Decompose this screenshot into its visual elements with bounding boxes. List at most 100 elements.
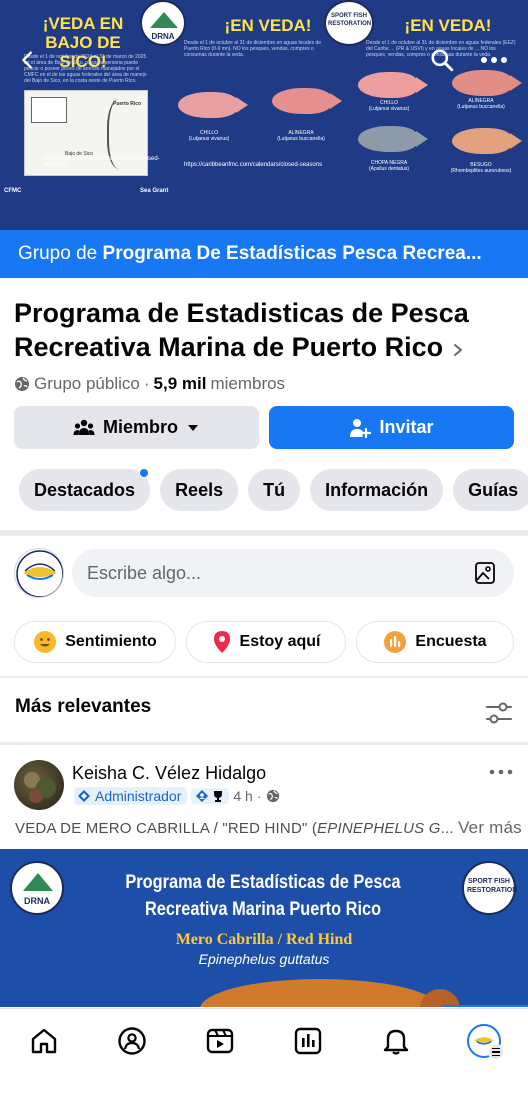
cover-panel3-title: ¡EN VEDA!	[404, 16, 492, 35]
group-banner-name: Programa De Estadísticas Pesca Recrea...	[102, 243, 482, 264]
post-image[interactable]: DRNA Programa de Estadísticas de Pesca R…	[0, 849, 528, 1007]
nav-video[interactable]	[198, 1023, 242, 1059]
group-privacy: Grupo público	[34, 374, 140, 393]
post-meta-dot: ·	[256, 788, 262, 804]
tab-guias-label: Guías	[468, 479, 519, 500]
search-icon	[431, 49, 454, 72]
fish-alinegra-label: ALINEGRA (Lutjanus buccanella)	[277, 130, 325, 142]
cover-url-2: https://caribbeanfmc.com/calendars/close…	[184, 162, 323, 168]
checkin-button[interactable]: Estoy aquí	[186, 621, 346, 663]
nav-home[interactable]	[22, 1023, 66, 1059]
section-divider-3	[0, 742, 528, 745]
poll-label: Encuesta	[415, 633, 487, 650]
carousel-indicator	[442, 1005, 528, 1007]
back-button[interactable]	[10, 42, 46, 78]
post-more-options-icon[interactable]	[488, 762, 514, 782]
tab-destacados[interactable]: Destacados	[19, 468, 151, 511]
more-options-button[interactable]	[476, 42, 512, 78]
poll-icon	[384, 631, 407, 653]
meta-separator: ·	[143, 374, 150, 393]
cover-panel-veda-local: ¡EN VEDA! Desde el 1 de octubre al 31 de…	[168, 0, 342, 200]
fish-chillo3-label: CHILLO (Lutjanus vivanus)	[368, 100, 410, 112]
tab-guias[interactable]: Guías	[453, 469, 528, 511]
group-title-text: Programa de Estadisticas de Pesca Recrea…	[14, 298, 469, 362]
groups-icon	[118, 1027, 146, 1055]
poll-button[interactable]: Encuesta	[356, 621, 514, 663]
group-title[interactable]: Programa de Estadisticas de Pesca Recrea…	[14, 296, 514, 366]
fish-chopa-image	[358, 126, 428, 152]
members-icon	[73, 419, 95, 435]
feeling-label: Sentimiento	[65, 633, 157, 650]
tab-tu-label: Tú	[263, 479, 286, 500]
post-author-avatar[interactable]	[14, 760, 64, 810]
home-icon	[31, 1028, 57, 1054]
post-meta: Administrador 4 h ·	[74, 787, 280, 805]
hamburger-menu-icon	[488, 1044, 504, 1060]
nav-notifications[interactable]	[374, 1023, 418, 1059]
photo-icon[interactable]	[474, 561, 496, 585]
cover-panel2-title: ¡EN VEDA!	[224, 16, 312, 35]
post-time[interactable]: 4 h	[233, 788, 252, 804]
cover-panel2-text: Desde el 1 de octubre al 31 de diciembre…	[184, 40, 322, 58]
shield-diamond-icon	[78, 790, 90, 802]
smiley-icon	[34, 631, 57, 653]
member-count: 5,9 mil	[153, 374, 207, 393]
fish-chopa-label: CHOPA NEGRA (Apsilus dentatus)	[368, 160, 410, 172]
fish-chillo3-image	[358, 72, 428, 98]
post-text-italic: EPINEPHELUS G	[317, 820, 441, 837]
post-text-ellipsis: ...	[440, 820, 454, 837]
invite-button[interactable]: Invitar	[269, 406, 514, 449]
section-divider	[0, 530, 528, 536]
composer-input[interactable]: Escribe algo...	[72, 549, 514, 597]
caret-down-icon	[188, 424, 198, 431]
tab-reels[interactable]: Reels	[160, 469, 239, 511]
post-text-start: VEDA DE MERO CABRILLA / "RED HIND" (	[15, 820, 318, 837]
group-meta: Grupo público · 5,9 mil miembros	[14, 374, 285, 394]
nav-feeds[interactable]	[286, 1023, 330, 1059]
group-name-banner[interactable]: Grupo de Programa De Estadísticas Pesca …	[0, 230, 528, 278]
search-button[interactable]	[424, 42, 460, 78]
bell-icon	[383, 1029, 409, 1055]
map-label: Puerto Rico	[113, 101, 142, 107]
fish-besugo-label: BESUGO (Rhomboplites aurorubens)	[450, 162, 512, 174]
more-horizontal-icon	[481, 57, 507, 63]
nav-groups[interactable]	[110, 1023, 154, 1059]
rising-star-icon	[196, 790, 209, 802]
see-more-link[interactable]: Ver más	[458, 818, 522, 837]
avatar-photo	[24, 772, 56, 803]
checkin-label: Estoy aquí	[239, 633, 321, 650]
group-cover-photo[interactable]: ¡VEDA EN BAJO DE SICO! Desde el 1 de oct…	[0, 0, 528, 230]
post-image-drna-logo: DRNA	[10, 861, 64, 915]
post-image-subtitle: Mero Cabrilla / Red Hind	[175, 931, 353, 948]
composer-placeholder: Escribe algo...	[87, 562, 202, 583]
bottom-navigation	[0, 1008, 528, 1102]
member-button-label: Miembro	[102, 417, 178, 437]
post-author-name[interactable]: Keisha C. Vélez Hidalgo	[72, 763, 266, 784]
feeling-button[interactable]: Sentimiento	[14, 621, 176, 663]
cover-url-1: https://caribbeanfmc.com/calendars/close…	[44, 156, 160, 168]
tab-tu[interactable]: Tú	[248, 469, 301, 511]
member-button[interactable]: Miembro	[14, 406, 259, 449]
member-badges[interactable]	[191, 788, 230, 804]
post-image-title: Programa de Estadísticas de Pesca Recrea…	[125, 872, 401, 920]
members-label[interactable]: miembros	[210, 374, 285, 394]
tab-destacados-label: Destacados	[34, 479, 136, 500]
fish-chillo-label: CHILLO (Lutjanus vivanus)	[188, 130, 230, 142]
red-hind-fish-image	[200, 979, 440, 1007]
section-divider-2	[0, 676, 528, 678]
filter-sliders-icon[interactable]	[484, 700, 514, 726]
post-image-sfr-logo: SPORT FISH RESTORATION	[462, 861, 517, 915]
location-pin-icon	[213, 631, 230, 653]
globe-icon	[15, 377, 29, 391]
trophy-icon	[214, 791, 223, 802]
fish-chillo-image	[178, 92, 248, 118]
chevron-right-icon	[451, 336, 465, 361]
tab-informacion[interactable]: Información	[310, 469, 444, 511]
group-tabs: Destacados Reels Tú Información Guías	[19, 468, 528, 511]
admin-badge[interactable]: Administrador	[74, 787, 188, 805]
composer-avatar[interactable]	[14, 548, 64, 598]
post-image-species: Epinephelus guttatus	[198, 951, 330, 967]
sort-label[interactable]: Más relevantes	[15, 696, 151, 718]
globe-icon	[266, 789, 279, 803]
nav-menu-profile[interactable]	[462, 1023, 506, 1060]
